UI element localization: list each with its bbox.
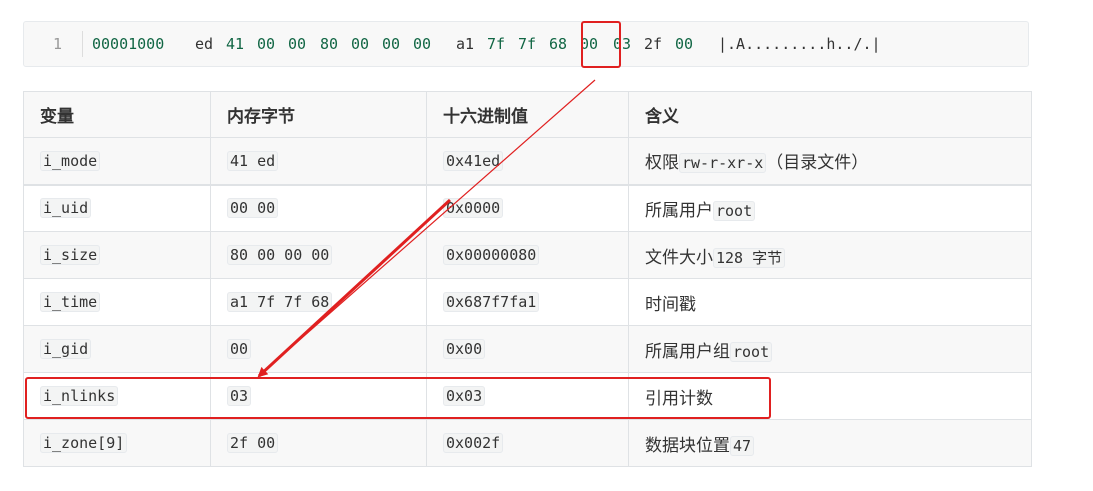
hexdump-byte: 00	[351, 35, 370, 53]
cell-bytes: 03	[210, 372, 427, 420]
cell-meaning: 权限 rw-r-xr-x （目录文件）	[628, 137, 1032, 185]
meaning-code: 47	[730, 435, 755, 456]
variable-name: i_gid	[40, 339, 92, 359]
table-row: i_uid 00 00 0x0000 所属用户 root	[23, 183, 1032, 232]
meaning-code: 128 字节	[713, 247, 786, 268]
hexdump-byte: 7f	[487, 35, 506, 53]
memory-bytes: 00	[227, 339, 252, 359]
hexdump-byte: 80	[320, 35, 339, 53]
cell-variable: i_uid	[23, 183, 211, 232]
cell-bytes: 00 00	[210, 183, 427, 232]
hexdump-ascii: |.A.........h../.|	[718, 35, 881, 53]
hexdump-byte: 68	[549, 35, 568, 53]
cell-variable: i_size	[23, 231, 211, 279]
cell-variable: i_mode	[23, 137, 211, 185]
table-row: i_time a1 7f 7f 68 0x687f7fa1 时间戳	[23, 278, 1032, 326]
hexdump-byte: ed	[195, 35, 214, 53]
cell-meaning: 所属用户 root	[628, 183, 1032, 232]
cell-hex: 0x687f7fa1	[426, 278, 629, 326]
hexdump-byte: 00	[288, 35, 307, 53]
cell-meaning: 引用计数	[628, 372, 1032, 420]
hexdump-byte: 00001000	[92, 35, 165, 53]
cell-bytes: 80 00 00 00	[210, 231, 427, 279]
cell-meaning: 文件大小 128 字节	[628, 231, 1032, 279]
hexdump-byte: 7f	[518, 35, 537, 53]
hex-value: 0x002f	[443, 433, 504, 453]
meaning-text: 权限	[645, 153, 679, 174]
hexdump-byte: 00	[675, 35, 694, 53]
meaning-text: 所属用户	[645, 200, 713, 221]
table-row: i_mode 41 ed 0x41ed 权限 rw-r-xr-x （目录文件）	[23, 137, 1032, 185]
meaning-text: 所属用户组	[645, 341, 730, 362]
hex-value: 0x00000080	[443, 245, 540, 265]
table-row: i_gid 00 0x00 所属用户组 root	[23, 325, 1032, 373]
meaning-text: 引用计数	[645, 388, 713, 409]
meaning-code: root	[730, 341, 773, 362]
cell-variable: i_time	[23, 278, 211, 326]
cell-hex: 0x41ed	[426, 137, 629, 185]
variable-name: i_zone[9]	[40, 433, 128, 453]
meaning-suffix: （目录文件）	[766, 153, 869, 174]
inode-field-table: 变量 内存字节 十六进制值 含义 i_mode 41 ed 0x41ed 权限 rw-r…	[23, 91, 1032, 467]
cell-hex: 0x002f	[426, 419, 629, 467]
meaning-code: root	[713, 200, 756, 221]
cell-variable: i_gid	[23, 325, 211, 373]
hexdump-byte: 03	[613, 35, 632, 53]
table-header-row: 变量 内存字节 十六进制值 含义	[23, 91, 1032, 138]
hexdump-byte: a1	[456, 35, 475, 53]
memory-bytes: 80 00 00 00	[227, 245, 333, 265]
variable-name: i_time	[40, 292, 101, 312]
memory-bytes: 41 ed	[227, 150, 279, 171]
gutter-divider	[82, 31, 83, 57]
cell-meaning: 时间戳	[628, 278, 1032, 326]
variable-name: i_uid	[40, 198, 92, 219]
meaning-text: 数据块位置	[645, 435, 730, 456]
hex-value: 0x00	[443, 339, 486, 359]
cell-variable: i_zone[9]	[23, 419, 211, 467]
header-variable: 变量	[23, 91, 211, 138]
cell-meaning: 数据块位置 47	[628, 419, 1032, 467]
hexdump-byte: 41	[226, 35, 245, 53]
hex-value: 0x687f7fa1	[443, 292, 540, 312]
memory-bytes: 2f 00	[227, 433, 279, 453]
memory-bytes: 00 00	[227, 198, 279, 219]
header-memory-bytes: 内存字节	[210, 91, 427, 138]
meaning-text: 文件大小	[645, 247, 713, 268]
header-meaning: 含义	[628, 91, 1032, 138]
cell-bytes: a1 7f 7f 68	[210, 278, 427, 326]
hex-value: 0x03	[443, 386, 486, 406]
variable-name: i_nlinks	[40, 386, 119, 406]
cell-bytes: 00	[210, 325, 427, 373]
cell-hex: 0x00000080	[426, 231, 629, 279]
meaning-text: 时间戳	[645, 294, 696, 315]
hexdump-byte: 2f	[644, 35, 663, 53]
variable-name: i_mode	[40, 150, 101, 171]
line-number: 1	[52, 35, 62, 53]
cell-variable: i_nlinks	[23, 372, 211, 420]
table-row: i_size 80 00 00 00 0x00000080 文件大小 128 字节	[23, 231, 1032, 279]
hexdump-byte: 00	[413, 35, 432, 53]
variable-name: i_size	[40, 245, 101, 265]
cell-hex: 0x03	[426, 372, 629, 420]
cell-bytes: 2f 00	[210, 419, 427, 467]
table-row: i_nlinks 03 0x03 引用计数	[23, 372, 1032, 420]
memory-bytes: a1 7f 7f 68	[227, 292, 333, 312]
meaning-code: rw-r-xr-x	[679, 153, 767, 174]
hexdump-byte: 00	[257, 35, 276, 53]
cell-hex: 0x00	[426, 325, 629, 373]
header-hex-value: 十六进制值	[426, 91, 629, 138]
hex-value: 0x41ed	[443, 150, 504, 171]
cell-hex: 0x0000	[426, 183, 629, 232]
hexdump-byte: 00	[382, 35, 401, 53]
cell-meaning: 所属用户组 root	[628, 325, 1032, 373]
hex-value: 0x0000	[443, 198, 504, 219]
memory-bytes: 03	[227, 386, 252, 406]
table-row: i_zone[9] 2f 00 0x002f 数据块位置 47	[23, 419, 1032, 467]
hexdump-byte: 00	[580, 35, 599, 53]
cell-bytes: 41 ed	[210, 137, 427, 185]
code-block: 1 00001000 ed 41 00 00 80 00 00 00 a1 7f 7f 68 00 03 2f…	[23, 21, 1029, 67]
